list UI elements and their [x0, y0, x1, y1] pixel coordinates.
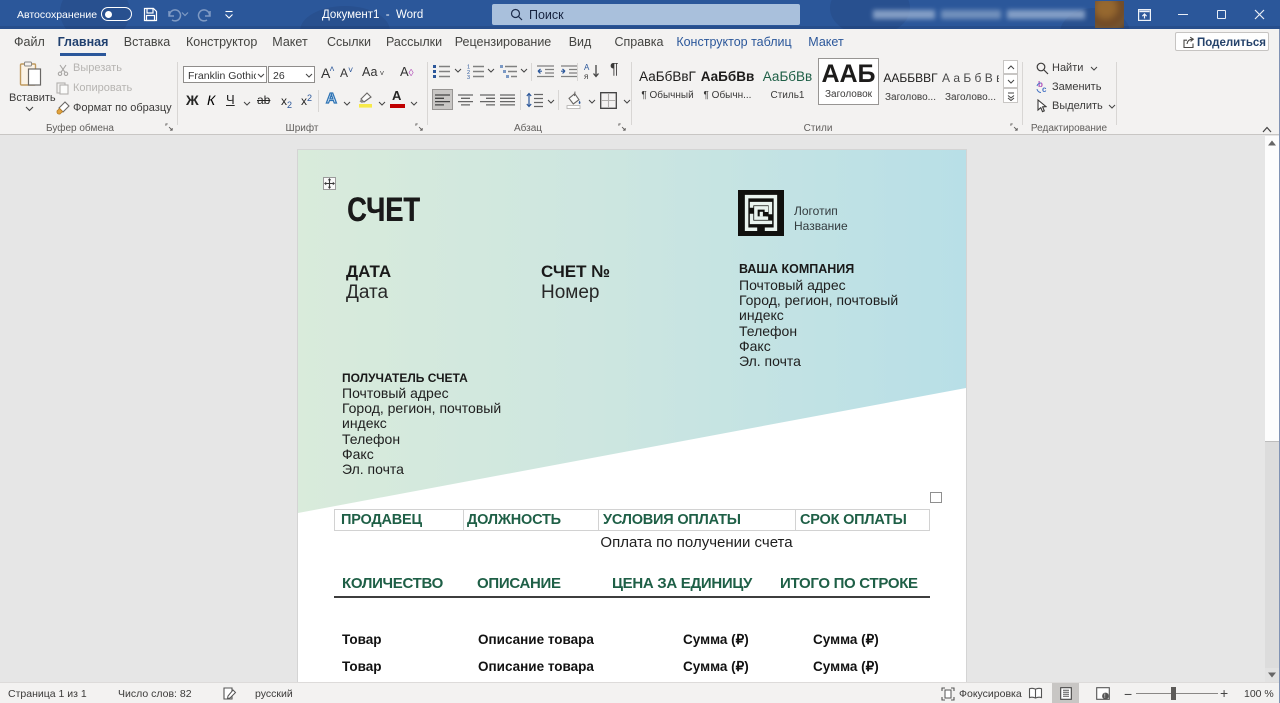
svg-text:3: 3	[467, 75, 470, 79]
svg-text:А: А	[584, 63, 590, 72]
svg-text:я: я	[584, 72, 588, 80]
svg-text:c: c	[1042, 85, 1047, 94]
